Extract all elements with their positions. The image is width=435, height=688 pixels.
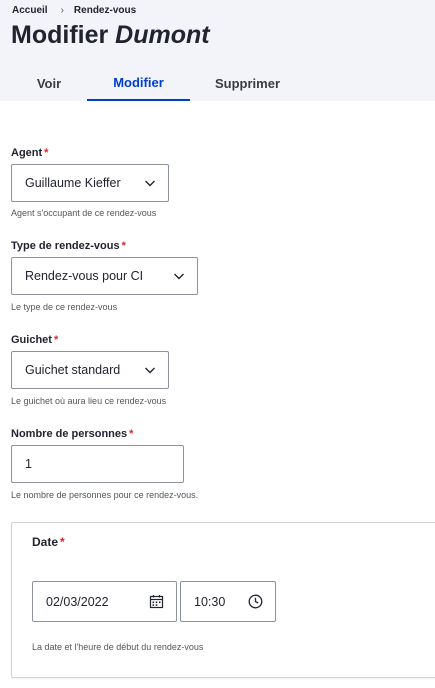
required-marker: * — [129, 428, 134, 440]
date-label-text: Date — [32, 535, 59, 549]
chevron-down-icon — [145, 180, 155, 187]
type-select[interactable]: Rendez-vous pour CI — [11, 257, 198, 295]
tab-voir[interactable]: Voir — [12, 66, 86, 101]
agent-select-value: Guillaume Kieffer — [25, 176, 121, 190]
tabs-bar: Voir Modifier Supprimer — [0, 66, 435, 101]
guichet-description: Le guichet où aura lieu ce rendez-vous — [11, 396, 167, 406]
clock-icon[interactable] — [248, 594, 263, 609]
date-input[interactable]: 02/03/2022 — [32, 581, 177, 622]
chevron-down-icon — [145, 367, 155, 374]
guichet-label: Guichet * — [11, 334, 58, 346]
required-marker: * — [53, 334, 59, 346]
type-select-value: Rendez-vous pour CI — [25, 269, 144, 283]
required-marker: * — [60, 535, 65, 549]
required-marker: * — [121, 240, 126, 252]
breadcrumb-home-link[interactable]: Accueil — [12, 5, 48, 16]
agent-label-text: Agent — [11, 147, 43, 159]
date-fieldset: Date * 02/03/2022 10:30 La date et l'heur… — [11, 522, 435, 678]
guichet-select-value: Guichet standard — [25, 363, 121, 377]
page-title: Modifier Dumont — [11, 21, 210, 50]
personnes-description: Le nombre de personnes pour ce rendez-vo… — [11, 490, 199, 500]
personnes-input-value: 1 — [25, 457, 32, 471]
required-marker: * — [44, 147, 49, 159]
personnes-input[interactable]: 1 — [11, 445, 184, 483]
tab-modifier[interactable]: Modifier — [87, 66, 190, 101]
tab-supprimer[interactable]: Supprimer — [191, 66, 304, 101]
calendar-icon[interactable] — [149, 594, 164, 609]
page-header: Accueil › Rendez-vous Modifier Dumont Vo… — [0, 0, 435, 101]
breadcrumb-separator: › — [60, 5, 64, 16]
type-description: Le type de ce rendez-vous — [11, 302, 118, 312]
type-label-text: Type de rendez-vous — [11, 240, 120, 252]
guichet-label-text: Guichet — [11, 334, 52, 346]
type-label: Type de rendez-vous * — [11, 240, 126, 252]
personnes-label-text: Nombre de personnes — [11, 428, 128, 440]
breadcrumb-current[interactable]: Rendez-vous — [74, 5, 136, 16]
page-title-prefix: Modifier — [11, 21, 109, 49]
personnes-label: Nombre de personnes * — [11, 428, 133, 440]
page-title-name: Dumont — [115, 21, 210, 49]
agent-label: Agent * — [11, 147, 48, 159]
time-input-value: 10:30 — [194, 594, 226, 609]
time-input[interactable]: 10:30 — [180, 581, 276, 622]
breadcrumb: Accueil › Rendez-vous — [12, 5, 136, 16]
agent-description: Agent s'occupant de ce rendez-vous — [11, 208, 157, 218]
guichet-select[interactable]: Guichet standard — [11, 351, 169, 389]
chevron-down-icon — [174, 273, 184, 280]
date-input-value: 02/03/2022 — [46, 594, 109, 609]
agent-select[interactable]: Guillaume Kieffer — [11, 164, 169, 202]
date-description: La date et l'heure de début du rendez-vo… — [32, 642, 204, 652]
date-label: Date * — [32, 535, 65, 549]
